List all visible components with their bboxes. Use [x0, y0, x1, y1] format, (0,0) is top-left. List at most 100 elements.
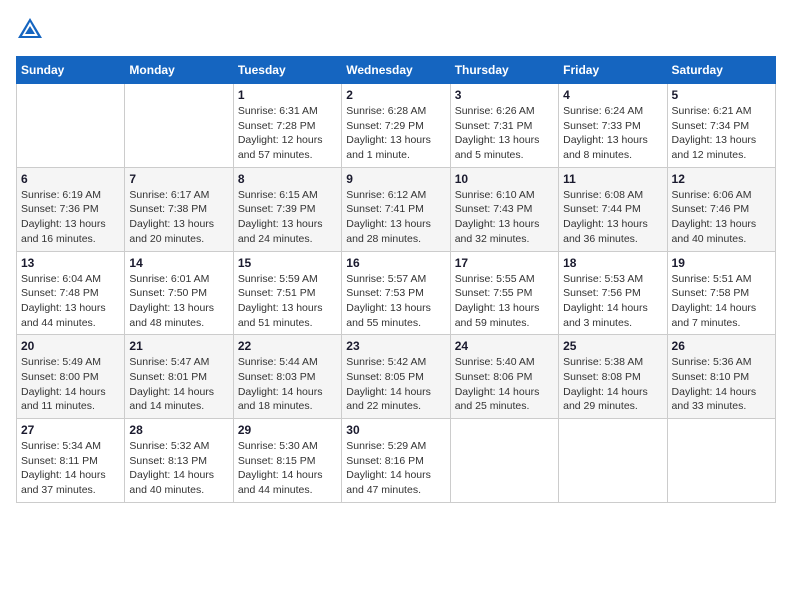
calendar-cell: 13 Sunrise: 6:04 AMSunset: 7:48 PMDayligh… [17, 251, 125, 335]
calendar-week-row: 13 Sunrise: 6:04 AMSunset: 7:48 PMDayligh… [17, 251, 776, 335]
calendar-cell: 15 Sunrise: 5:59 AMSunset: 7:51 PMDayligh… [233, 251, 341, 335]
day-number: 30 [346, 423, 445, 437]
day-number: 14 [129, 256, 228, 270]
day-number: 21 [129, 339, 228, 353]
day-number: 26 [672, 339, 771, 353]
day-number: 7 [129, 172, 228, 186]
day-info: Sunrise: 6:28 AMSunset: 7:29 PMDaylight:… [346, 104, 445, 163]
weekday-header: Thursday [450, 57, 558, 84]
weekday-header: Saturday [667, 57, 775, 84]
calendar-cell: 27 Sunrise: 5:34 AMSunset: 8:11 PMDayligh… [17, 419, 125, 503]
day-info: Sunrise: 5:55 AMSunset: 7:55 PMDaylight:… [455, 272, 554, 331]
calendar-cell: 23 Sunrise: 5:42 AMSunset: 8:05 PMDayligh… [342, 335, 450, 419]
day-info: Sunrise: 6:17 AMSunset: 7:38 PMDaylight:… [129, 188, 228, 247]
day-info: Sunrise: 5:42 AMSunset: 8:05 PMDaylight:… [346, 355, 445, 414]
day-info: Sunrise: 6:06 AMSunset: 7:46 PMDaylight:… [672, 188, 771, 247]
logo [16, 16, 48, 44]
weekday-header: Monday [125, 57, 233, 84]
day-number: 10 [455, 172, 554, 186]
calendar-cell: 18 Sunrise: 5:53 AMSunset: 7:56 PMDayligh… [559, 251, 667, 335]
day-info: Sunrise: 5:29 AMSunset: 8:16 PMDaylight:… [346, 439, 445, 498]
day-info: Sunrise: 6:10 AMSunset: 7:43 PMDaylight:… [455, 188, 554, 247]
day-info: Sunrise: 6:21 AMSunset: 7:34 PMDaylight:… [672, 104, 771, 163]
day-info: Sunrise: 5:32 AMSunset: 8:13 PMDaylight:… [129, 439, 228, 498]
calendar-week-row: 6 Sunrise: 6:19 AMSunset: 7:36 PMDaylight… [17, 167, 776, 251]
day-info: Sunrise: 6:31 AMSunset: 7:28 PMDaylight:… [238, 104, 337, 163]
calendar-cell: 11 Sunrise: 6:08 AMSunset: 7:44 PMDayligh… [559, 167, 667, 251]
calendar-cell: 5 Sunrise: 6:21 AMSunset: 7:34 PMDaylight… [667, 84, 775, 168]
calendar-cell [559, 419, 667, 503]
calendar-cell: 7 Sunrise: 6:17 AMSunset: 7:38 PMDaylight… [125, 167, 233, 251]
calendar-header-row: SundayMondayTuesdayWednesdayThursdayFrid… [17, 57, 776, 84]
day-number: 4 [563, 88, 662, 102]
calendar-cell: 12Sunrise: 6:06 AMSunset: 7:46 PMDayligh… [667, 167, 775, 251]
day-info: Sunrise: 6:15 AMSunset: 7:39 PMDaylight:… [238, 188, 337, 247]
calendar-cell: 10 Sunrise: 6:10 AMSunset: 7:43 PMDayligh… [450, 167, 558, 251]
logo-icon [16, 16, 44, 44]
day-number: 1 [238, 88, 337, 102]
day-number: 13 [21, 256, 120, 270]
calendar-week-row: 27 Sunrise: 5:34 AMSunset: 8:11 PMDayligh… [17, 419, 776, 503]
calendar-cell: 3 Sunrise: 6:26 AMSunset: 7:31 PMDaylight… [450, 84, 558, 168]
calendar-cell: 8 Sunrise: 6:15 AMSunset: 7:39 PMDaylight… [233, 167, 341, 251]
day-number: 25 [563, 339, 662, 353]
calendar-cell: 16 Sunrise: 5:57 AMSunset: 7:53 PMDayligh… [342, 251, 450, 335]
calendar-cell: 4 Sunrise: 6:24 AMSunset: 7:33 PMDaylight… [559, 84, 667, 168]
day-info: Sunrise: 5:34 AMSunset: 8:11 PMDaylight:… [21, 439, 120, 498]
day-info: Sunrise: 6:04 AMSunset: 7:48 PMDaylight:… [21, 272, 120, 331]
day-info: Sunrise: 5:51 AMSunset: 7:58 PMDaylight:… [672, 272, 771, 331]
day-info: Sunrise: 5:59 AMSunset: 7:51 PMDaylight:… [238, 272, 337, 331]
calendar-cell: 25Sunrise: 5:38 AMSunset: 8:08 PMDayligh… [559, 335, 667, 419]
day-number: 5 [672, 88, 771, 102]
calendar-cell: 28Sunrise: 5:32 AMSunset: 8:13 PMDayligh… [125, 419, 233, 503]
day-number: 2 [346, 88, 445, 102]
day-info: Sunrise: 5:40 AMSunset: 8:06 PMDaylight:… [455, 355, 554, 414]
calendar-cell: 20Sunrise: 5:49 AMSunset: 8:00 PMDayligh… [17, 335, 125, 419]
day-number: 17 [455, 256, 554, 270]
calendar-cell: 17 Sunrise: 5:55 AMSunset: 7:55 PMDayligh… [450, 251, 558, 335]
day-info: Sunrise: 5:36 AMSunset: 8:10 PMDaylight:… [672, 355, 771, 414]
day-number: 9 [346, 172, 445, 186]
day-number: 11 [563, 172, 662, 186]
day-info: Sunrise: 6:24 AMSunset: 7:33 PMDaylight:… [563, 104, 662, 163]
day-info: Sunrise: 5:44 AMSunset: 8:03 PMDaylight:… [238, 355, 337, 414]
day-number: 23 [346, 339, 445, 353]
day-number: 6 [21, 172, 120, 186]
calendar-cell [17, 84, 125, 168]
calendar-cell: 21 Sunrise: 5:47 AMSunset: 8:01 PMDayligh… [125, 335, 233, 419]
day-number: 18 [563, 256, 662, 270]
day-number: 8 [238, 172, 337, 186]
weekday-header: Friday [559, 57, 667, 84]
day-info: Sunrise: 6:26 AMSunset: 7:31 PMDaylight:… [455, 104, 554, 163]
day-number: 27 [21, 423, 120, 437]
day-number: 16 [346, 256, 445, 270]
day-info: Sunrise: 6:08 AMSunset: 7:44 PMDaylight:… [563, 188, 662, 247]
weekday-header: Sunday [17, 57, 125, 84]
calendar-cell [667, 419, 775, 503]
day-number: 3 [455, 88, 554, 102]
calendar-cell: 1 Sunrise: 6:31 AMSunset: 7:28 PMDaylight… [233, 84, 341, 168]
calendar-table: SundayMondayTuesdayWednesdayThursdayFrid… [16, 56, 776, 503]
day-info: Sunrise: 5:30 AMSunset: 8:15 PMDaylight:… [238, 439, 337, 498]
calendar-cell [450, 419, 558, 503]
weekday-header: Wednesday [342, 57, 450, 84]
calendar-cell: 29 Sunrise: 5:30 AMSunset: 8:15 PMDayligh… [233, 419, 341, 503]
calendar-cell: 26 Sunrise: 5:36 AMSunset: 8:10 PMDayligh… [667, 335, 775, 419]
day-info: Sunrise: 6:01 AMSunset: 7:50 PMDaylight:… [129, 272, 228, 331]
calendar-week-row: 20Sunrise: 5:49 AMSunset: 8:00 PMDayligh… [17, 335, 776, 419]
day-info: Sunrise: 6:19 AMSunset: 7:36 PMDaylight:… [21, 188, 120, 247]
calendar-cell: 24Sunrise: 5:40 AMSunset: 8:06 PMDayligh… [450, 335, 558, 419]
calendar-cell: 9Sunrise: 6:12 AMSunset: 7:41 PMDaylight… [342, 167, 450, 251]
calendar-cell: 6 Sunrise: 6:19 AMSunset: 7:36 PMDaylight… [17, 167, 125, 251]
page-header [16, 16, 776, 44]
day-info: Sunrise: 5:53 AMSunset: 7:56 PMDaylight:… [563, 272, 662, 331]
calendar-cell: 2 Sunrise: 6:28 AMSunset: 7:29 PMDaylight… [342, 84, 450, 168]
day-info: Sunrise: 5:47 AMSunset: 8:01 PMDaylight:… [129, 355, 228, 414]
calendar-cell: 30 Sunrise: 5:29 AMSunset: 8:16 PMDayligh… [342, 419, 450, 503]
day-info: Sunrise: 5:57 AMSunset: 7:53 PMDaylight:… [346, 272, 445, 331]
calendar-week-row: 1 Sunrise: 6:31 AMSunset: 7:28 PMDaylight… [17, 84, 776, 168]
day-number: 15 [238, 256, 337, 270]
day-number: 29 [238, 423, 337, 437]
calendar-cell: 19Sunrise: 5:51 AMSunset: 7:58 PMDayligh… [667, 251, 775, 335]
calendar-cell [125, 84, 233, 168]
